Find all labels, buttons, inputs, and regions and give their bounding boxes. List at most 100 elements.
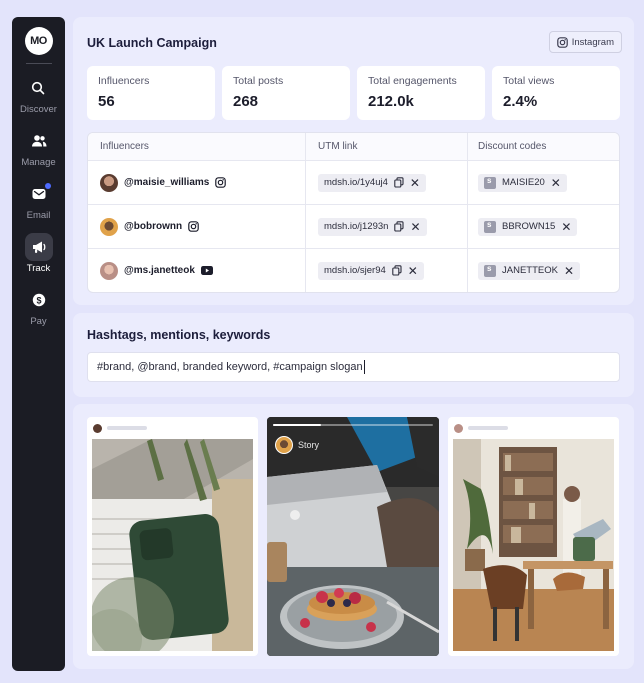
avatar [275,436,293,454]
story-progress-fill [273,424,321,426]
sidebar-item-email[interactable]: Email [25,180,53,221]
sidebar-item-pay[interactable]: $ Pay [25,286,53,327]
megaphone-icon [24,233,53,261]
stat-card-engagements: Total engagements 212.0k [357,66,485,120]
instagram-icon [556,36,568,48]
avatar [100,217,118,236]
stat-value: 212.0k [368,93,414,110]
post-header [448,417,619,439]
sidebar-item-label: Manage [21,157,56,168]
campaign-panel: UK Launch Campaign Instagram Influencers… [73,17,634,305]
stat-label: Total engagements [368,75,457,87]
instagram-icon [215,177,227,188]
remove-icon[interactable]: ✕ [410,221,420,233]
stat-value: 268 [233,93,259,110]
sidebar-item-manage[interactable]: Manage [21,127,56,168]
copy-icon[interactable] [392,265,402,276]
users-icon [25,127,53,155]
shopify-icon [484,220,496,233]
remove-icon[interactable]: ✕ [410,177,420,189]
discount-code-chip: JANETTEOK ✕ [478,261,581,280]
utm-link-chip: mdsh.io/j1293n ✕ [318,217,427,236]
story-progress-track [273,424,433,426]
copy-icon[interactable] [394,177,404,188]
remove-icon[interactable]: ✕ [551,177,561,189]
page-title: UK Launch Campaign [87,36,217,50]
notification-dot [44,183,51,189]
utm-link[interactable]: mdsh.io/sjer94 [324,265,386,276]
influencer-table: Influencers UTM link Discount codes @mai… [87,132,620,293]
search-icon [24,74,52,102]
platform-filter[interactable]: Instagram [548,31,622,53]
remove-icon[interactable]: ✕ [564,265,574,277]
utm-link[interactable]: mdsh.io/1y4uj4 [324,177,388,188]
logo-divider [25,63,52,64]
sidebar-item-discover[interactable]: Discover [20,74,57,115]
discount-code: JANETTEOK [502,265,558,276]
utm-link-chip: mdsh.io/1y4uj4 ✕ [318,173,426,192]
influencer-handle[interactable]: @bobrownn [124,221,182,232]
remove-icon[interactable]: ✕ [408,265,418,277]
utm-link[interactable]: mdsh.io/j1293n [324,221,388,232]
post-card[interactable] [87,417,258,656]
column-header: Influencers [88,133,306,160]
discount-code-chip: MAISIE20 ✕ [478,173,567,192]
sidebar-item-label: Discover [20,104,57,115]
stat-card-posts: Total posts 268 [222,66,350,120]
remove-icon[interactable]: ✕ [561,221,571,233]
avatar [454,423,463,433]
story-label: Story [298,440,320,450]
sidebar: MO Discover Manage Email Track $ Pay [12,17,65,671]
post-header [87,417,258,439]
stat-value: 56 [98,93,115,110]
table-row: @maisie_williams mdsh.io/1y4uj4 ✕ MAISIE… [88,160,619,204]
keywords-panel: Hashtags, mentions, keywords #brand, @br… [73,313,634,397]
sidebar-item-label: Track [26,263,51,274]
brand-logo[interactable]: MO [24,27,53,55]
sidebar-item-track[interactable]: Track [24,233,53,274]
stat-card-influencers: Influencers 56 [87,66,215,120]
stat-card-views: Total views 2.4% [492,66,620,120]
text-caret [363,360,365,374]
influencer-handle[interactable]: @maisie_williams [124,177,209,188]
sidebar-item-label: Pay [30,316,47,327]
svg-text:$: $ [36,295,41,305]
youtube-icon [200,266,213,275]
shopify-icon [484,264,496,277]
sidebar-item-label: Email [26,210,51,221]
table-row: @ms.janetteok mdsh.io/sjer94 ✕ JANETTEOK… [88,248,619,292]
posts-panel: Story [73,404,634,669]
instagram-icon [188,221,199,232]
stats-row: Influencers 56 Total posts 268 Total eng… [87,66,620,120]
stat-label: Influencers [98,75,150,87]
shopify-icon [484,176,496,189]
discount-code: MAISIE20 [502,177,545,188]
keywords-title: Hashtags, mentions, keywords [87,328,271,342]
utm-link-chip: mdsh.io/sjer94 ✕ [318,261,424,280]
post-card[interactable] [448,417,619,656]
post-image [453,439,614,651]
keywords-input[interactable]: #brand, @brand, branded keyword, #campai… [87,352,620,382]
mail-icon [25,180,53,208]
influencer-handle[interactable]: @ms.janetteok [124,265,195,276]
avatar [93,423,102,433]
discount-code-chip: BBROWN15 ✕ [478,217,578,236]
avatar [100,261,118,280]
avatar [100,173,118,192]
stat-label: Total posts [233,75,284,87]
stat-label: Total views [503,75,555,87]
post-image [92,439,253,651]
placeholder-bar [107,426,147,430]
dollar-icon: $ [25,286,53,314]
copy-icon[interactable] [394,221,404,232]
stat-value: 2.4% [503,93,538,110]
table-row: @bobrownn mdsh.io/j1293n ✕ BBROWN15 ✕ [88,204,619,248]
column-header: Discount codes [478,141,547,152]
placeholder-bar [468,426,508,430]
table-header: Influencers UTM link Discount codes [88,133,619,160]
keywords-value: #brand, @brand, branded keyword, #campai… [97,361,363,373]
column-header: UTM link [306,133,468,160]
platform-label: Instagram [571,36,614,48]
story-card[interactable]: Story [267,417,439,656]
story-header: Story [275,436,319,454]
